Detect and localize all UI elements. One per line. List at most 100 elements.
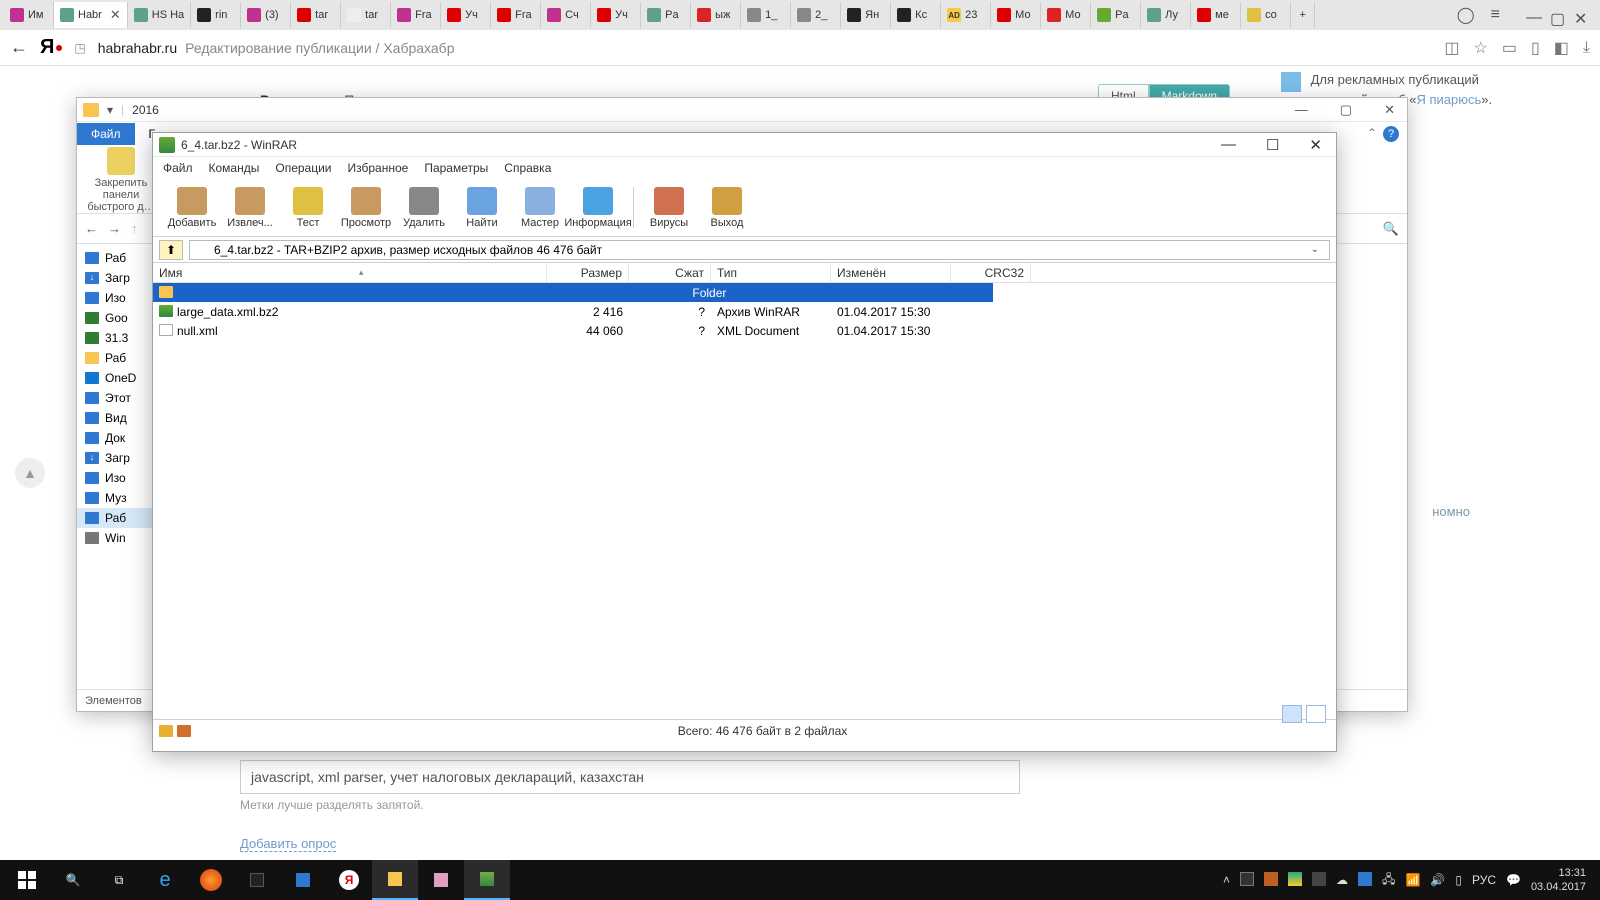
browser-tab[interactable]: AD23 xyxy=(941,2,991,28)
tray-gdrive-icon[interactable] xyxy=(1288,872,1302,889)
toolbar-button[interactable]: Выход xyxy=(698,181,756,234)
browser-tab[interactable]: Им xyxy=(4,2,54,28)
explorer-back[interactable]: ← xyxy=(85,221,98,236)
explorer-up[interactable]: ↑ xyxy=(131,221,138,236)
explorer-maximize[interactable]: ▢ xyxy=(1334,100,1358,120)
tray-onedrive-icon[interactable]: ☁ xyxy=(1336,873,1348,887)
col-name[interactable]: Имя▴ xyxy=(153,263,547,282)
explorer-minimize[interactable]: — xyxy=(1289,100,1314,120)
browser-tab[interactable]: ме xyxy=(1191,2,1241,28)
browser-tab[interactable]: Кс xyxy=(891,2,941,28)
taskbar-winrar[interactable] xyxy=(464,860,510,900)
task-view-icon[interactable]: ⧉ xyxy=(96,860,142,900)
tray-overflow-icon[interactable]: ˄ xyxy=(1223,873,1230,887)
toolbar-button[interactable]: Информация xyxy=(569,181,627,234)
hint-link[interactable]: Я пиарюсь xyxy=(1417,92,1482,107)
explorer-close[interactable]: ✕ xyxy=(1378,100,1401,120)
yandex-logo[interactable]: Я xyxy=(40,36,62,59)
taskbar-yandex[interactable]: Я xyxy=(326,860,372,900)
menu-item[interactable]: Операции xyxy=(275,161,331,175)
browser-tab[interactable]: Fra xyxy=(391,2,441,28)
toolbar-button[interactable]: Добавить xyxy=(163,181,221,234)
url-field[interactable]: habrahabr.ru Редактирование публикации /… xyxy=(98,40,455,56)
file-row[interactable]: large_data.xml.bz22 416?Архив WinRAR01.0… xyxy=(153,302,1336,321)
ribbon-collapse-icon[interactable]: ⌃ xyxy=(1367,126,1377,142)
toolbar-button[interactable]: Вирусы xyxy=(640,181,698,234)
browser-tab[interactable]: Лу xyxy=(1141,2,1191,28)
reader-icon[interactable]: ▭ xyxy=(1502,38,1517,58)
ribbon-tab-file[interactable]: Файл xyxy=(77,123,135,145)
browser-tab[interactable]: co xyxy=(1241,2,1291,28)
tree-node[interactable]: Вид xyxy=(77,408,160,428)
browser-tab[interactable]: Уч xyxy=(441,2,491,28)
winrar-up-button[interactable]: ⬆ xyxy=(159,240,183,260)
tree-node[interactable]: Изо xyxy=(77,468,160,488)
toolbar-button[interactable]: Просмотр xyxy=(337,181,395,234)
tray-app-icon4[interactable] xyxy=(1358,872,1372,889)
browser-tab[interactable]: Мо xyxy=(1041,2,1091,28)
star-icon[interactable]: ☆ xyxy=(1474,38,1488,58)
nav-back-button[interactable]: ← xyxy=(10,37,28,58)
taskbar-ie[interactable]: e xyxy=(142,860,188,900)
menu-item[interactable]: Справка xyxy=(504,161,551,175)
toolbar-button[interactable]: Тест xyxy=(279,181,337,234)
tab-close-icon[interactable]: ✕ xyxy=(110,7,121,23)
explorer-search-icon[interactable]: 🔍 xyxy=(1383,221,1399,237)
file-row[interactable]: null.xml44 060?XML Document01.04.2017 15… xyxy=(153,321,1336,340)
browser-tab[interactable]: rin xyxy=(191,2,241,28)
qat-icon[interactable]: ▾ xyxy=(107,103,113,117)
browser-tab[interactable]: ыж xyxy=(691,2,741,28)
tray-action-center-icon[interactable]: 💬 xyxy=(1506,873,1521,887)
browser-tab[interactable]: Уч xyxy=(591,2,641,28)
winrar-close[interactable]: ✕ xyxy=(1301,134,1330,156)
tray-app-icon[interactable] xyxy=(1240,872,1254,889)
tray-lang[interactable]: РУС xyxy=(1472,873,1496,887)
winrar-file-list[interactable]: Folderlarge_data.xml.bz22 416?Архив WinR… xyxy=(153,283,1336,719)
tree-node[interactable]: OneD xyxy=(77,368,160,388)
tree-node[interactable]: Раб xyxy=(77,348,160,368)
profile-icon[interactable]: ◯ xyxy=(1457,5,1475,25)
tree-node[interactable]: Win xyxy=(77,528,160,548)
tree-node[interactable]: Раб xyxy=(77,508,160,528)
browser-tab[interactable]: tar xyxy=(341,2,391,28)
winrar-path-field[interactable]: 6_4.tar.bz2 - TAR+BZIP2 архив, размер ис… xyxy=(189,240,1330,260)
col-type[interactable]: Тип xyxy=(711,263,831,282)
taskbar-app1[interactable] xyxy=(234,860,280,900)
browser-tab[interactable]: 2_ xyxy=(791,2,841,28)
toolbar-button[interactable]: Мастер xyxy=(511,181,569,234)
start-button[interactable] xyxy=(4,860,50,900)
menu-item[interactable]: Избранное xyxy=(348,161,409,175)
ribbon-pin-quick[interactable]: Закрепить панели быстрого д… xyxy=(87,147,155,213)
site-security-icon[interactable]: ◳ xyxy=(74,41,85,55)
tray-app-icon3[interactable] xyxy=(1312,872,1326,889)
col-crc[interactable]: CRC32 xyxy=(951,263,1031,282)
browser-tab[interactable]: Fra xyxy=(491,2,541,28)
tray-battery-icon[interactable]: ▯ xyxy=(1455,873,1462,887)
tree-node[interactable]: Изо xyxy=(77,288,160,308)
browser-tab[interactable]: Pa xyxy=(641,2,691,28)
col-modified[interactable]: Изменён xyxy=(831,263,951,282)
scroll-top-button[interactable]: ▲ xyxy=(15,458,45,488)
winrar-titlebar[interactable]: 6_4.tar.bz2 - WinRAR — ☐ ✕ xyxy=(153,133,1336,157)
taskbar-app2[interactable] xyxy=(280,860,326,900)
winrar-path-dropdown[interactable]: ⌄ xyxy=(1305,244,1325,255)
taskbar-firefox[interactable] xyxy=(188,860,234,900)
tray-app-icon2[interactable] xyxy=(1264,872,1278,889)
tree-node[interactable]: Док xyxy=(77,428,160,448)
toolbar-button[interactable]: Найти xyxy=(453,181,511,234)
tree-node[interactable]: Муз xyxy=(77,488,160,508)
browser-tab[interactable]: tar xyxy=(291,2,341,28)
tree-node[interactable]: ↓Загр xyxy=(77,448,160,468)
devices-icon[interactable]: ▯ xyxy=(1531,38,1540,58)
taskbar-paint[interactable] xyxy=(418,860,464,900)
explorer-forward[interactable]: → xyxy=(108,221,121,236)
tags-input[interactable]: javascript, xml parser, учет налоговых д… xyxy=(240,760,1020,794)
tree-node[interactable]: Goo xyxy=(77,308,160,328)
explorer-titlebar[interactable]: ▾ | 2016 — ▢ ✕ xyxy=(77,98,1407,122)
file-row[interactable]: Folder xyxy=(153,283,993,302)
browser-tab[interactable]: Habr✕ xyxy=(54,2,128,28)
browser-tab[interactable]: Мо xyxy=(991,2,1041,28)
help-icon[interactable]: ? xyxy=(1383,126,1399,142)
view-details-button[interactable] xyxy=(1282,705,1302,723)
window-minimize[interactable]: — xyxy=(1526,9,1538,21)
